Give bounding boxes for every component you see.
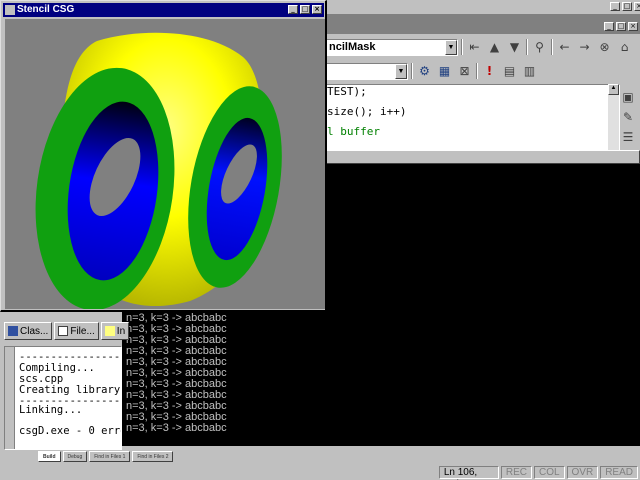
window-icon[interactable]: ▣ (620, 88, 637, 105)
config-combo[interactable]: ▼ (326, 62, 408, 80)
tab-find-in-files-2[interactable]: Find in Files 2 (132, 451, 174, 462)
toolbar-separator (551, 39, 553, 55)
tab-fileview[interactable]: File... (54, 322, 99, 340)
cancel-build-icon[interactable]: ⊠ (456, 63, 473, 80)
close-icon[interactable]: × (312, 5, 322, 14)
tab-infoview[interactable]: In (100, 322, 130, 340)
csg-window-controls: _ □ × (288, 5, 322, 14)
opengl-viewport[interactable] (5, 19, 325, 309)
maximize-icon[interactable]: □ (622, 2, 632, 11)
stop-icon[interactable]: ⊗ (596, 39, 613, 56)
output-pane[interactable]: ---------------- Compiling... scs.cpp Cr… (4, 346, 122, 450)
status-bar: Ln 106, Col 1 REC COL OVR READ (0, 466, 640, 480)
status-rec: REC (500, 466, 532, 479)
workspace-tabs: Clas... File... In (4, 320, 130, 342)
chevron-down-icon[interactable]: ▼ (395, 63, 407, 79)
build-icon[interactable]: ▦ (436, 63, 453, 80)
maximize-icon[interactable]: □ (300, 5, 310, 14)
csg-title-bar[interactable]: Stencil CSG _ □ × (3, 3, 324, 17)
up-arrow-icon[interactable]: ▲ (486, 39, 503, 56)
scroll-up-icon[interactable]: ▲ (608, 84, 619, 95)
class-view-icon (8, 326, 18, 336)
status-position: Ln 106, Col 1 (438, 466, 499, 480)
code-line: size(); i++) (327, 105, 407, 118)
status-ovr: OVR (566, 466, 599, 479)
function-combo-value: ncilMask (329, 41, 376, 53)
tab-classview[interactable]: Clas... (4, 322, 53, 340)
output-line: Linking... (19, 404, 83, 416)
breakpoint-icon[interactable]: ▤ (501, 63, 518, 80)
file-view-icon (58, 326, 69, 336)
watch-icon[interactable]: ▥ (521, 63, 538, 80)
edit-icon[interactable]: ✎ (620, 108, 637, 125)
tab-build[interactable]: Build (38, 451, 61, 462)
tab-label: In (116, 325, 126, 337)
down-arrow-icon[interactable]: ▼ (506, 39, 523, 56)
mdi-child-controls: _ □ × (604, 22, 638, 31)
csg-render (35, 32, 282, 309)
tab-label: File... (70, 325, 95, 337)
tab-debug[interactable]: Debug (62, 451, 88, 462)
forward-arrow-icon[interactable]: → (576, 39, 593, 56)
code-editor[interactable]: TEST); size(); i++) l buffer (326, 84, 620, 150)
csg-window-title: Stencil CSG (17, 4, 75, 15)
insert-icon[interactable]: ⇤ (466, 39, 483, 56)
tab-find-in-files-1[interactable]: Find in Files 1 (89, 451, 131, 462)
toolbar-separator (411, 63, 413, 79)
chevron-down-icon[interactable]: ▼ (445, 39, 457, 55)
editor-scrollbar[interactable]: ▲ (608, 84, 619, 150)
minimize-icon[interactable]: _ (288, 5, 298, 14)
toolbar-separator (526, 39, 528, 55)
pane-splitter[interactable] (326, 150, 640, 164)
output-line: csgD.exe - 0 erro (19, 425, 122, 437)
code-line: TEST); (327, 85, 367, 98)
binoculars-icon[interactable]: ⚲ (531, 39, 548, 56)
close-icon[interactable]: × (628, 22, 638, 31)
console-line: n=3, k=3 -> abcbabc (126, 422, 227, 434)
minimize-icon[interactable]: _ (604, 22, 614, 31)
navigation-toolbar: ncilMask ▼ ⇤ ▲ ▼ ⚲ ← → ⊗ ⌂ (326, 36, 640, 58)
output-gripper[interactable] (5, 347, 15, 449)
minimize-icon[interactable]: _ (610, 2, 620, 11)
toolbar-separator (476, 63, 478, 79)
close-icon[interactable]: × (634, 2, 640, 11)
back-arrow-icon[interactable]: ← (556, 39, 573, 56)
status-col: COL (533, 466, 565, 479)
list-icon[interactable]: ☰ (620, 128, 637, 145)
code-comment-line: l buffer (327, 125, 380, 138)
stencil-csg-window[interactable]: Stencil CSG _ □ × (0, 0, 327, 312)
function-combo[interactable]: ncilMask ▼ (326, 38, 458, 56)
ide-window-controls: _ □ × (610, 2, 640, 11)
toolbar-separator (461, 39, 463, 55)
app-icon (5, 5, 15, 15)
status-read: READ (600, 466, 638, 479)
maximize-icon[interactable]: □ (616, 22, 626, 31)
compile-icon[interactable]: ⚙ (416, 63, 433, 80)
build-toolbar: ▼ ⚙ ▦ ⊠ ! ▤ ▥ (326, 60, 640, 82)
info-view-icon (104, 326, 115, 336)
output-tabs: Build Debug Find in Files 1 Find in File… (38, 451, 174, 464)
tab-label: Clas... (20, 325, 49, 337)
home-icon[interactable]: ⌂ (616, 39, 633, 56)
exclamation-icon[interactable]: ! (481, 63, 498, 80)
